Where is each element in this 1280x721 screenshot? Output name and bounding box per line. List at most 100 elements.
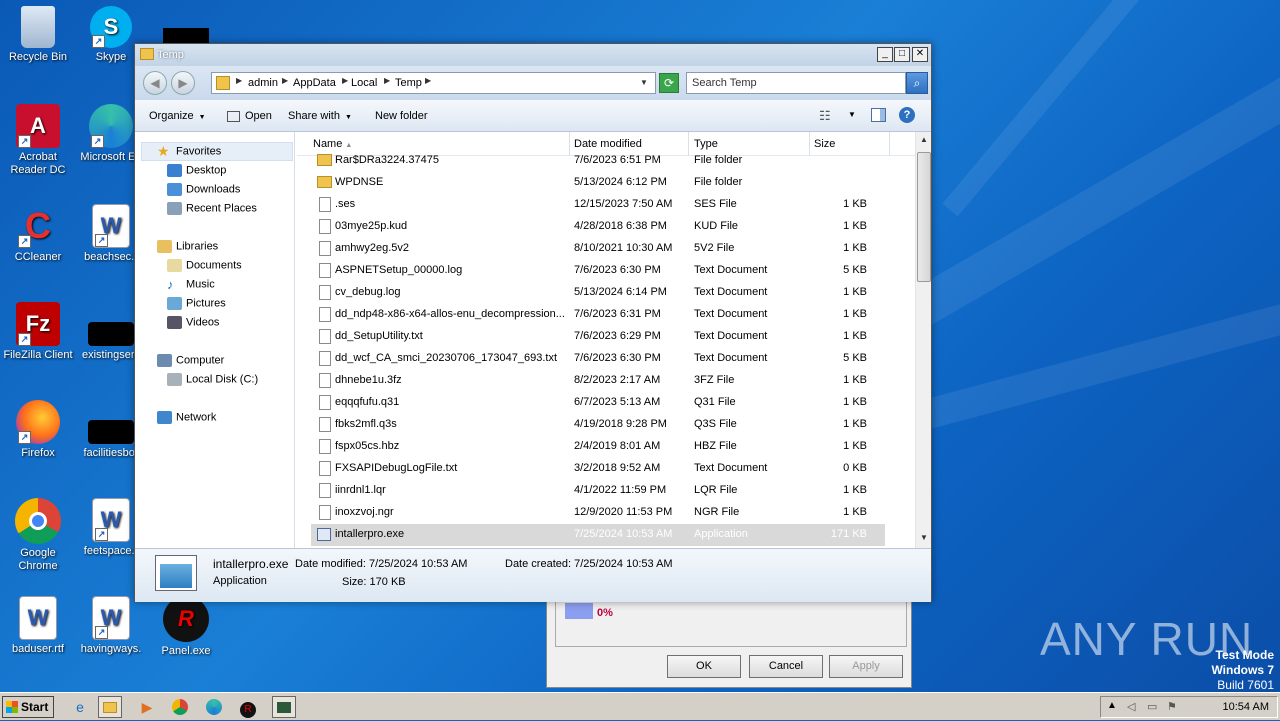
app-taskbar-icon[interactable]: [272, 696, 296, 718]
preview-pane-icon[interactable]: [871, 108, 886, 122]
breadcrumb-local[interactable]: Local: [351, 77, 377, 89]
media-player-icon[interactable]: ▶: [135, 696, 159, 718]
file-name: 03mye25p.kud: [335, 220, 408, 232]
desktop-icon-recycle-bin[interactable]: Recycle Bin: [0, 6, 76, 64]
chevron-down-icon[interactable]: ▼: [640, 78, 648, 87]
file-row[interactable]: FXSAPIDebugLogFile.txt 3/2/2018 9:52 AM Te…: [311, 458, 885, 480]
file-date: 8/10/2021 10:30 AM: [574, 242, 673, 254]
filezilla-icon: Fz ↗: [16, 302, 60, 346]
close-button[interactable]: ✕: [912, 47, 928, 62]
explorer-taskbar-icon[interactable]: [98, 696, 122, 718]
search-input[interactable]: Search Temp: [686, 72, 906, 94]
share-with-button[interactable]: Share with ▼: [288, 110, 352, 122]
chevron-right-icon[interactable]: ▶: [282, 76, 288, 85]
file-row[interactable]: eqqqfufu.q31 6/7/2023 5:13 AM Q31 File 1 KB: [311, 392, 885, 414]
desktop-icon-ccleaner[interactable]: C ↗ CCleaner: [0, 204, 76, 264]
chevron-right-icon[interactable]: ▶: [342, 76, 348, 85]
organize-button[interactable]: Organize ▼: [149, 110, 206, 122]
column-date-modified[interactable]: Date modified: [574, 138, 642, 150]
show-hidden-icons[interactable]: ▲: [1107, 700, 1117, 711]
nav-desktop[interactable]: Desktop: [167, 164, 226, 177]
desktop-icon-firefox[interactable]: ↗ Firefox: [0, 400, 76, 460]
action-center-flag-icon[interactable]: ⚑: [1167, 700, 1177, 713]
scroll-up-arrow[interactable]: ▲: [917, 132, 931, 148]
apply-button[interactable]: Apply: [829, 655, 903, 678]
views-icon[interactable]: ☷: [819, 108, 831, 124]
chrome-taskbar-icon[interactable]: [168, 696, 192, 718]
file-row[interactable]: iinrdnl1.lqr 4/1/2022 11:59 PM LQR File 1 K…: [311, 480, 885, 502]
file-row[interactable]: fspx05cs.hbz 2/4/2019 8:01 AM HBZ File 1 KB: [311, 436, 885, 458]
nav-network[interactable]: Network: [157, 411, 216, 424]
file-row[interactable]: amhwy2eg.5v2 8/10/2021 10:30 AM 5V2 File 1 …: [311, 238, 885, 260]
file-row[interactable]: cv_debug.log 5/13/2024 6:14 PM Text Docume…: [311, 282, 885, 304]
chevron-down-icon[interactable]: ▼: [848, 110, 856, 119]
refresh-icon[interactable]: ⟳: [659, 73, 679, 93]
column-name[interactable]: Name ▲: [313, 138, 352, 150]
nav-downloads[interactable]: Downloads: [167, 183, 240, 196]
file-size: 1 KB: [843, 198, 867, 210]
file-row[interactable]: Rar$DRa3224.37475 7/6/2023 6:51 PM File fo…: [311, 150, 885, 172]
desktop-icon-panel[interactable]: R Panel.exe: [148, 596, 224, 658]
file-row[interactable]: dd_wcf_CA_smci_20230706_173047_693.txt 7/…: [311, 348, 885, 370]
chevron-right-icon[interactable]: ▶: [425, 76, 431, 85]
file-row[interactable]: dd_ndp48-x86-x64-allos-enu_decompression…: [311, 304, 885, 326]
breadcrumb-appdata[interactable]: AppData: [293, 77, 336, 89]
test-mode-label: Test Mode Windows 7 Build 7601: [1211, 648, 1274, 692]
scroll-down-arrow[interactable]: ▼: [917, 530, 931, 546]
new-folder-button[interactable]: New folder: [375, 110, 428, 122]
address-bar[interactable]: ▶ admin ▶ AppData ▶ Local ▶ Temp ▶ ▼: [211, 72, 656, 94]
column-size[interactable]: Size: [814, 138, 835, 150]
speaker-icon[interactable]: ◁: [1127, 700, 1135, 713]
nav-music[interactable]: ♪ Music: [167, 278, 215, 291]
desktop-icon-havingways[interactable]: W ↗ havingways.: [73, 596, 149, 656]
word-doc-icon: W ↗: [92, 204, 130, 248]
redline-taskbar-icon[interactable]: R: [236, 696, 260, 718]
title-bar[interactable]: Temp _ □ ✕: [135, 44, 931, 66]
file-size: 1 KB: [843, 440, 867, 452]
file-row[interactable]: fbks2mfl.q3s 4/19/2018 9:28 PM Q3S File 1 K…: [311, 414, 885, 436]
desktop-icon-filezilla[interactable]: Fz ↗ FileZilla Client: [0, 302, 76, 362]
back-button[interactable]: ◀: [143, 71, 167, 95]
file-size: 1 KB: [843, 330, 867, 342]
breadcrumb-admin[interactable]: admin: [248, 77, 278, 89]
file-row[interactable]: dhnebe1u.3fz 8/2/2023 2:17 AM 3FZ File 1 KB: [311, 370, 885, 392]
forward-button[interactable]: ▶: [171, 71, 195, 95]
nav-recent-places[interactable]: Recent Places: [167, 202, 257, 215]
search-icon[interactable]: ⌕: [906, 72, 928, 94]
help-icon[interactable]: ?: [899, 107, 915, 123]
application-icon: [155, 555, 197, 591]
desktop-icon-baduser[interactable]: W baduser.rtf: [0, 596, 76, 656]
desktop-icon-acrobat[interactable]: A ↗ Acrobat Reader DC: [0, 104, 76, 177]
nav-computer[interactable]: Computer: [157, 354, 224, 367]
chevron-right-icon[interactable]: ▶: [384, 76, 390, 85]
nav-documents[interactable]: Documents: [167, 259, 242, 272]
ie-icon[interactable]: e: [68, 696, 92, 718]
nav-local-disk[interactable]: Local Disk (C:): [167, 373, 258, 386]
cancel-button[interactable]: Cancel: [749, 655, 823, 678]
breadcrumb-temp[interactable]: Temp: [395, 77, 422, 89]
file-row[interactable]: dd_SetupUtility.txt 7/6/2023 6:29 PM Text …: [311, 326, 885, 348]
file-row[interactable]: inoxzvoj.ngr 12/9/2020 11:53 PM NGR File 1 …: [311, 502, 885, 524]
column-type[interactable]: Type: [694, 138, 718, 150]
file-row[interactable]: ASPNETSetup_00000.log 7/6/2023 6:30 PM Tex…: [311, 260, 885, 282]
network-tray-icon[interactable]: ▭: [1147, 700, 1157, 713]
ok-button[interactable]: OK: [667, 655, 741, 678]
file-row[interactable]: 03mye25p.kud 4/28/2018 6:38 PM KUD File 1 K…: [311, 216, 885, 238]
nav-videos[interactable]: Videos: [167, 316, 219, 329]
scroll-thumb[interactable]: [917, 152, 931, 282]
minimize-button[interactable]: _: [877, 47, 893, 62]
edge-taskbar-icon[interactable]: [202, 696, 226, 718]
start-button[interactable]: Start: [2, 696, 54, 718]
open-button[interactable]: Open: [227, 110, 272, 122]
nav-pictures[interactable]: Pictures: [167, 297, 226, 310]
clock[interactable]: 10:54 AM: [1223, 701, 1269, 713]
vertical-scrollbar[interactable]: ▲ ▼: [915, 132, 931, 548]
file-row[interactable]: intallerpro.exe 7/25/2024 10:53 AM Applica…: [311, 524, 885, 546]
file-row[interactable]: .ses 12/15/2023 7:50 AM SES File 1 KB: [311, 194, 885, 216]
nav-libraries[interactable]: Libraries: [157, 240, 218, 253]
file-row[interactable]: WPDNSE 5/13/2024 6:12 PM File folder: [311, 172, 885, 194]
nav-favorites[interactable]: ★ Favorites: [157, 144, 221, 158]
desktop-icon-chrome[interactable]: Google Chrome: [0, 498, 76, 573]
file-size: 1 KB: [843, 418, 867, 430]
maximize-button[interactable]: □: [894, 47, 910, 62]
